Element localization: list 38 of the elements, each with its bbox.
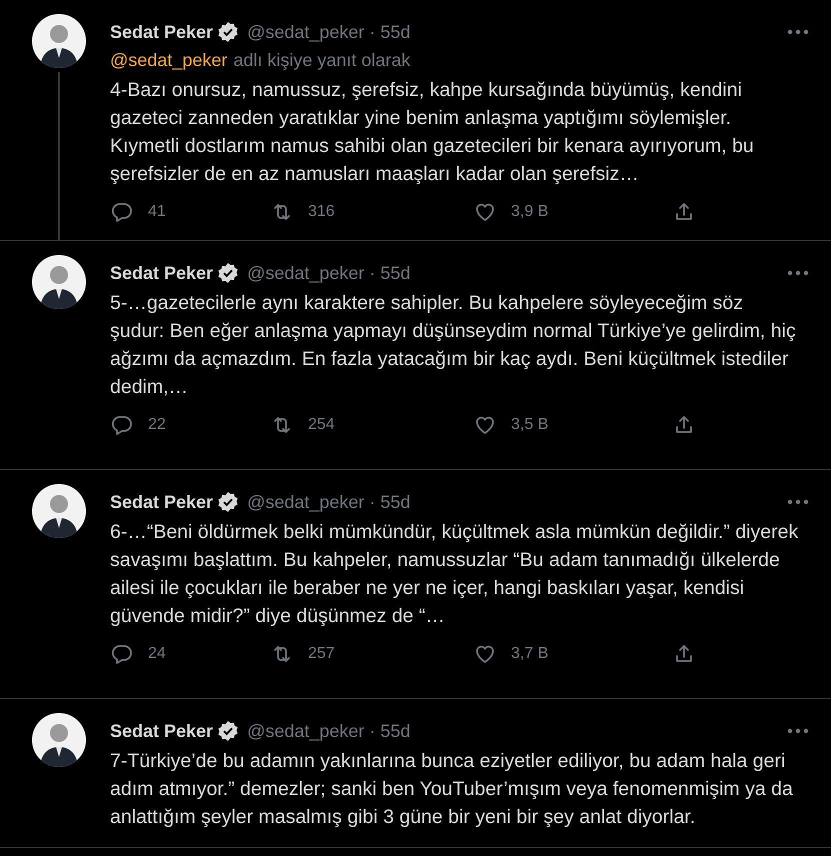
- like-count: 3,9 B: [511, 203, 548, 221]
- reply-context: adlı kişiye yanıt olarak: [233, 50, 410, 70]
- verified-badge-icon: [217, 720, 240, 742]
- reply-icon[interactable]: [110, 642, 134, 666]
- tweet-text: 4-Bazı onursuz, namussuz, şerefsiz, kahpe kursağında büyümüş, kendini gazeteci zanneden yaratıklar yine benim anlaşma yaptığımı söylemişler. Kıymetli dostlarım namus sahibi olan gazetecileri bir kenara ayırıyorum, bu şerefsizler de en az namusları maaşları kadar olan şerefsiz…: [110, 78, 755, 187]
- like-count: 3,5 B: [511, 416, 548, 434]
- tweet-text: 7-Türkiye’de bu adamın yakınlarına bunca eziyetler ediliyor, bu adam hala geri adım atmıyor.” demezler; sanki ben YouTuber’mışım veya fenomenmişim ya da anlattığım şeyler masalmış gibi 3 güne bir yeni bir şey anlat diyorlar.: [110, 749, 794, 830]
- verified-badge-icon: [217, 491, 240, 513]
- tweet-text: 6-…“Beni öldürmek belki mümkündür, küçültmek asla mümkün değildir.” diyerek savaşımı başlattım. Bu kahpeler, namussuzlar “Bu adam tanımadığı ülkelerde ailesi ile çocukları ile beraber ne yer ne içer, hangi baskıları yaşar, kendisi güvende midir?” diye düşünmez de “…: [110, 520, 800, 629]
- avatar[interactable]: [32, 484, 86, 538]
- author-name[interactable]: Sedat Peker: [110, 262, 214, 284]
- retweet-count: 254: [308, 416, 335, 434]
- avatar[interactable]: [32, 713, 86, 767]
- handle-and-time: @sedat_peker · 55d: [247, 492, 410, 512]
- like-count: 3,7 B: [511, 645, 548, 663]
- handle-and-time: @sedat_peker · 55d: [247, 720, 410, 742]
- reply-count: 22: [148, 416, 166, 434]
- reply-icon[interactable]: [110, 200, 134, 224]
- more-icon[interactable]: [787, 270, 809, 276]
- verified-badge-icon: [217, 21, 240, 43]
- author-name[interactable]: Sedat Peker: [110, 492, 214, 512]
- more-icon[interactable]: [787, 728, 809, 734]
- retweet-count: 316: [308, 203, 335, 221]
- reply-count: 41: [148, 203, 166, 221]
- reply-count: 24: [148, 645, 166, 663]
- mention-link[interactable]: @sedat_peker: [110, 50, 228, 70]
- retweet-count: 257: [308, 645, 335, 663]
- verified-badge-icon: [217, 262, 240, 284]
- reply-icon[interactable]: [110, 413, 134, 437]
- handle-and-time: @sedat_peker · 55d: [247, 22, 410, 42]
- tweet-text: 5-…gazetecilerle aynı karaktere sahipler. Bu kahpelere söyleyeceğim söz şudur: Ben eğer anlaşma yapmayı düşünseydim normal Türkiye’ye gelirdim, hiç ağzımı da açmazdım. En fazla yatacağım bir kaç aydı. Beni küçültmek istediler dedim,…: [110, 291, 797, 400]
- more-icon[interactable]: [787, 29, 809, 35]
- author-name[interactable]: Sedat Peker: [110, 22, 214, 42]
- author-name[interactable]: Sedat Peker: [110, 720, 214, 742]
- more-icon[interactable]: [787, 499, 809, 505]
- handle-and-time: @sedat_peker · 55d: [247, 262, 410, 284]
- avatar[interactable]: [32, 14, 86, 68]
- avatar[interactable]: [32, 255, 86, 309]
